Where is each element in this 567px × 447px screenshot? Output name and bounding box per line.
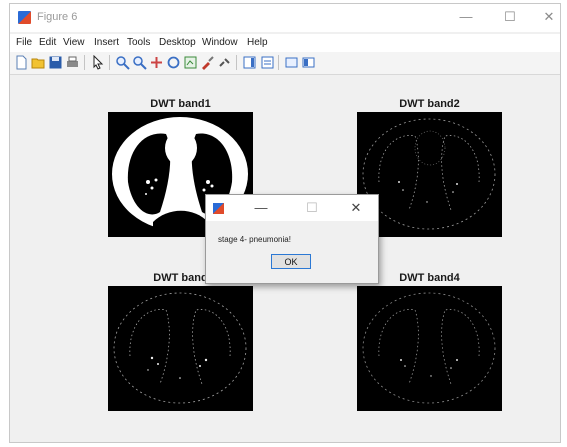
open-file-icon[interactable]	[31, 55, 46, 70]
zoom-out-icon[interactable]	[132, 55, 147, 70]
pointer-icon[interactable]	[90, 55, 105, 70]
dialog-title-bar[interactable]: — ☐ ✕	[206, 195, 378, 221]
plot-title-band2: DWT band2	[399, 98, 460, 110]
close-button[interactable]: ✕	[537, 7, 561, 27]
menu-file[interactable]: File	[16, 37, 32, 48]
dwt-band3-image	[108, 286, 253, 411]
figure-toolbar	[10, 52, 560, 75]
menu-bar: File Edit View Insert Tools Desktop Wind…	[10, 34, 560, 52]
ok-button[interactable]: OK	[271, 254, 311, 269]
toolbar-separator	[84, 55, 85, 70]
zoom-in-icon[interactable]	[115, 55, 130, 70]
maximize-button[interactable]: ☐	[498, 7, 522, 27]
toolbar-separator	[278, 55, 279, 70]
menu-edit[interactable]: Edit	[39, 37, 56, 48]
colorbar-icon[interactable]	[242, 55, 257, 70]
dwt-band4-image	[357, 286, 502, 411]
menu-desktop[interactable]: Desktop	[159, 37, 196, 48]
new-figure-icon[interactable]	[14, 55, 29, 70]
show-plot-tools-icon[interactable]	[301, 55, 316, 70]
plot-title-band1: DWT band1	[150, 98, 211, 110]
menu-help[interactable]: Help	[247, 37, 268, 48]
matlab-figure-icon	[18, 11, 31, 24]
pan-icon[interactable]	[149, 55, 164, 70]
link-plot-icon[interactable]	[217, 55, 232, 70]
legend-icon[interactable]	[260, 55, 275, 70]
menu-tools[interactable]: Tools	[127, 37, 150, 48]
menu-view[interactable]: View	[63, 37, 85, 48]
dialog-message: stage 4- pneumonia!	[218, 235, 291, 244]
dialog-maximize-button: ☐	[306, 200, 318, 215]
window-title: Figure 6	[37, 11, 78, 23]
dialog-close-button[interactable]: ✕	[346, 198, 366, 218]
menu-window[interactable]: Window	[202, 37, 238, 48]
title-bar[interactable]: Figure 6 — ☐ ✕	[10, 4, 560, 32]
brush-icon[interactable]	[200, 55, 215, 70]
matlab-figure-icon	[213, 203, 224, 214]
dialog-minimize-button[interactable]: —	[251, 198, 271, 218]
print-icon[interactable]	[65, 55, 80, 70]
menu-insert[interactable]: Insert	[94, 37, 119, 48]
data-cursor-icon[interactable]	[183, 55, 198, 70]
message-dialog: — ☐ ✕ stage 4- pneumonia! OK	[205, 194, 379, 284]
toolbar-separator	[109, 55, 110, 70]
rotate-3d-icon[interactable]	[166, 55, 181, 70]
save-icon[interactable]	[48, 55, 63, 70]
hide-plot-tools-icon[interactable]	[284, 55, 299, 70]
minimize-button[interactable]: —	[454, 7, 478, 27]
toolbar-separator	[236, 55, 237, 70]
